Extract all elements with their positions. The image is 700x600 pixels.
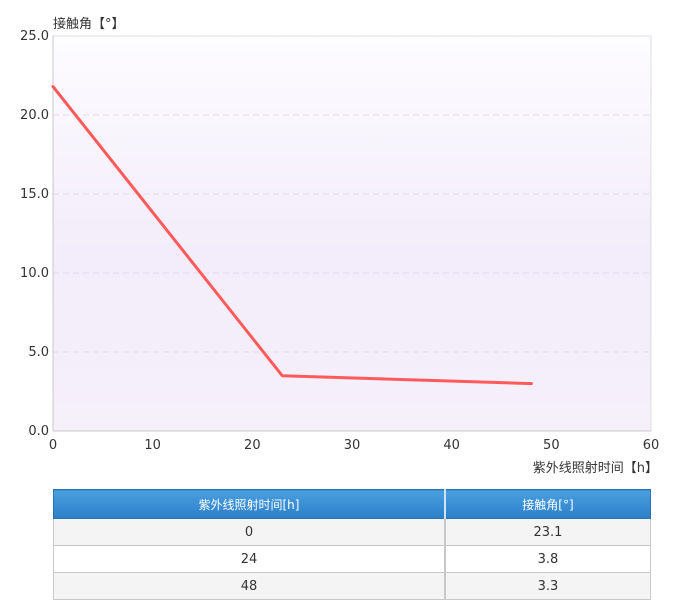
y-tick-label: 25.0 (20, 29, 49, 44)
table-header-angle: 接触角[°] (443, 489, 651, 519)
y-tick-labels: 0.0 5.0 10.0 15.0 20.0 25.0 (20, 29, 49, 439)
table-cell-time: 0 (52, 518, 446, 546)
x-tick-label: 40 (443, 438, 460, 453)
table-cell-angle: 3.3 (443, 572, 651, 600)
x-axis-title: 紫外线照射时间【h】 (532, 461, 658, 476)
x-tick-label: 10 (144, 438, 161, 453)
x-tick-label: 0 (49, 438, 57, 453)
table-row: 24 3.8 (52, 545, 651, 573)
y-tick-label: 5.0 (28, 345, 49, 360)
table-row: 0 23.1 (52, 518, 651, 546)
y-tick-label: 15.0 (20, 187, 49, 202)
table-cell-angle: 3.8 (443, 545, 651, 573)
table-cell-angle: 23.1 (443, 518, 651, 546)
y-tick-label: 0.0 (28, 424, 49, 439)
table-cell-time: 24 (52, 545, 446, 573)
table-header-row: 紫外线照射时间[h] 接触角[°] (52, 489, 651, 519)
table-cell-time: 48 (52, 572, 446, 600)
x-tick-label: 20 (244, 438, 261, 453)
data-table: 紫外线照射时间[h] 接触角[°] 0 23.1 24 3.8 48 3.3 (52, 489, 651, 600)
table-header-time: 紫外线照射时间[h] (52, 489, 446, 519)
x-tick-labels: 0 10 20 30 40 50 60 (49, 438, 659, 453)
plot-area (52, 35, 652, 432)
y-axis-title: 接触角【°】 (53, 17, 125, 32)
y-tick-label: 20.0 (20, 108, 49, 123)
x-tick-label: 30 (344, 438, 361, 453)
x-tick-label: 60 (643, 438, 660, 453)
x-tick-label: 50 (543, 438, 560, 453)
line-chart: 0.0 5.0 10.0 15.0 20.0 25.0 0 10 20 30 40 50 60 (20, 29, 659, 453)
table-row: 48 3.3 (52, 572, 651, 600)
y-tick-label: 10.0 (20, 266, 49, 281)
